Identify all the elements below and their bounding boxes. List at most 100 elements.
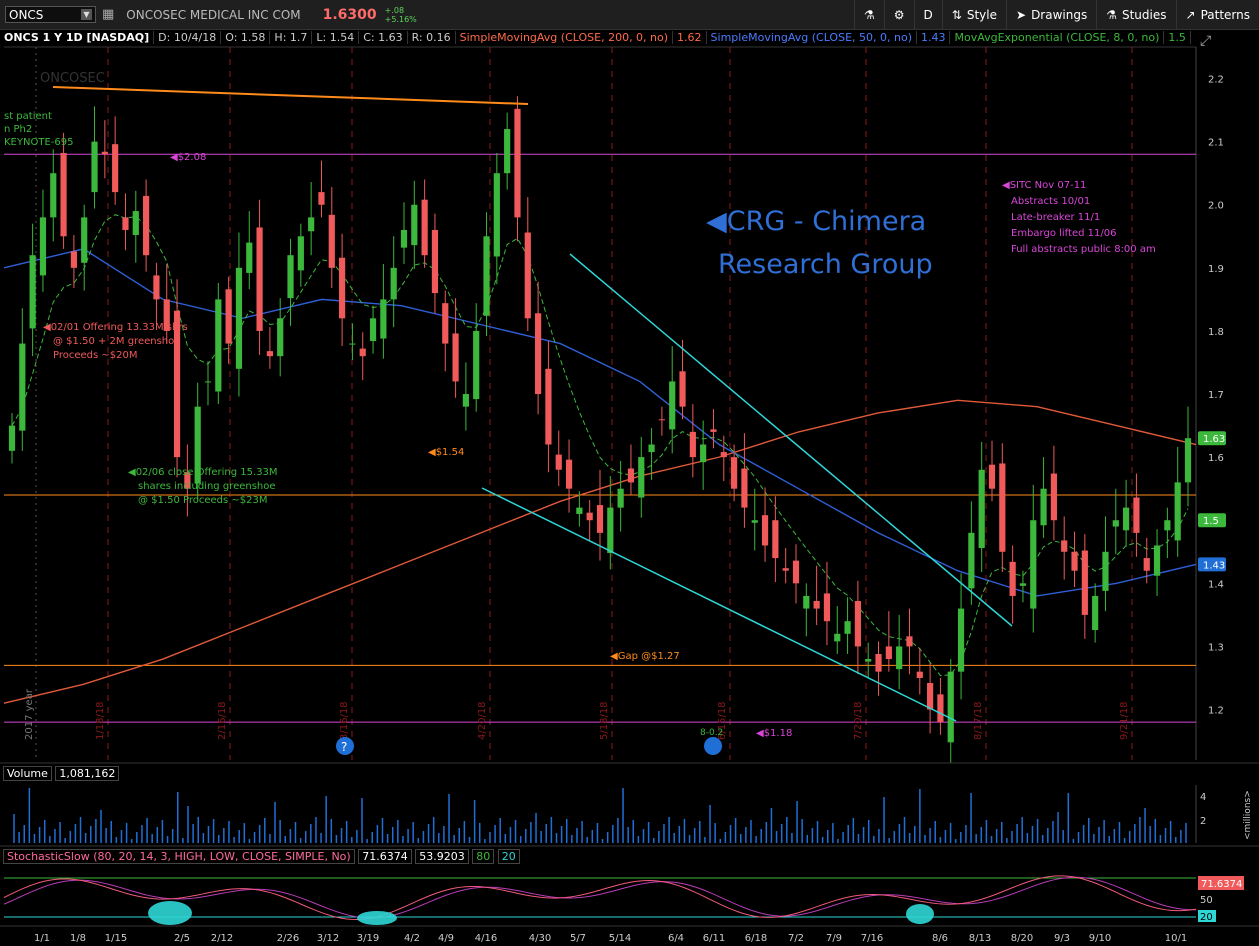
- candle-body: [39, 217, 47, 276]
- candle-body: [741, 468, 748, 508]
- oversold-highlight: [148, 901, 192, 925]
- offering2-note: ◀02/06 close Offering 15.33M: [128, 467, 278, 478]
- offering2-note: @ $1.50 Proceeds ~$23M: [138, 495, 267, 506]
- time-tick: 4/9: [438, 933, 454, 944]
- volume-title: Volume: [3, 766, 52, 781]
- time-tick: 9/3: [1054, 933, 1070, 944]
- candle-body: [1174, 482, 1181, 541]
- candle-body: [400, 229, 408, 248]
- price-tick: 1.4: [1208, 579, 1224, 590]
- candle-body: [359, 348, 366, 357]
- offering1-note: ◀02/01 Offering 13.33M shrs: [43, 322, 188, 333]
- price-tick: 1.7: [1208, 390, 1224, 401]
- time-tick: 1/15: [105, 933, 127, 944]
- stochastic-os: 20: [497, 849, 520, 864]
- crg-note: Research Group: [718, 249, 933, 280]
- candle-body: [927, 683, 934, 710]
- candle-body: [328, 214, 335, 268]
- time-tick: 7/9: [826, 933, 842, 944]
- offering1-note: @ $1.50 + 2M greenshoe: [53, 336, 180, 347]
- stochastic-k: 71.6374: [358, 849, 412, 864]
- candle-body: [586, 512, 593, 521]
- time-axis[interactable]: 1/1 1/8 1/15 2/5 2/12 2/26 3/12 3/19 4/2 4/9 4/16 4…: [0, 925, 1259, 944]
- time-tick: 2/12: [211, 933, 233, 944]
- year-label: 2017 year: [24, 688, 35, 740]
- stoch-k-label: 71.6374: [1201, 879, 1242, 890]
- price-chart[interactable]: 1/18/18 2/16/18 3/16/18 4/20/18 5/18/18 6/15/…: [0, 0, 1259, 946]
- candle-body: [1061, 540, 1068, 552]
- candle-body: [823, 593, 831, 622]
- time-tick: 8/6: [932, 933, 948, 944]
- candle-body: [1143, 558, 1150, 571]
- candle-body: [1019, 583, 1027, 586]
- time-tick: 8/13: [969, 933, 991, 944]
- candle-body: [535, 313, 542, 395]
- candle-body: [256, 227, 263, 331]
- sitc-note: Abstracts 10/01: [1011, 196, 1090, 207]
- candle-body: [565, 459, 573, 489]
- offering1-note: Proceeds ~$20M: [53, 350, 138, 361]
- candle-body: [215, 299, 222, 392]
- price-axis[interactable]: 1.21.31.41.51.61.71.81.92.02.12.21.631.5…: [1198, 75, 1226, 717]
- candle-body: [988, 464, 996, 489]
- candle-body: [720, 452, 727, 458]
- candle-body: [19, 343, 26, 431]
- note-left: KEYNOTE-695: [4, 137, 73, 148]
- price-tick: 2.0: [1208, 201, 1224, 212]
- note-left: n Ph2: [4, 124, 32, 135]
- trendlines[interactable]: [52, 86, 1013, 722]
- time-tick: 5/7: [570, 933, 586, 944]
- time-tick: 3/12: [317, 933, 339, 944]
- candle-body: [421, 199, 428, 256]
- price-tick: 1.9: [1208, 264, 1224, 275]
- candle-body: [369, 318, 377, 342]
- candle-body: [617, 488, 624, 508]
- crg-note: ◀CRG - Chimera: [706, 206, 926, 237]
- candle-body: [442, 303, 449, 344]
- time-tick: 10/1: [1165, 933, 1187, 944]
- candle-body: [1164, 520, 1171, 531]
- note-left: st patient: [4, 111, 52, 122]
- candle-body: [50, 173, 57, 218]
- candle-body: [246, 242, 253, 273]
- candle-body: [1102, 551, 1109, 591]
- candle-body: [524, 232, 531, 319]
- time-tick: 4/2: [404, 933, 420, 944]
- candle-body: [297, 236, 304, 271]
- sitc-note: Embargo lifted 11/06: [1011, 228, 1116, 239]
- candle-body: [122, 217, 129, 230]
- stochastic-title[interactable]: StochasticSlow (80, 20, 14, 3, HIGH, LOW…: [3, 849, 355, 864]
- time-tick: 6/11: [703, 933, 725, 944]
- candle-body: [596, 505, 604, 533]
- moving-averages: [3, 214, 1197, 704]
- candle-body: [514, 108, 521, 218]
- event-date-label: 1/18/18: [95, 701, 106, 740]
- candle-body: [834, 633, 841, 642]
- price-label-text: 1.63: [1203, 434, 1225, 445]
- sitc-note: Late-breaker 11/1: [1011, 212, 1100, 223]
- candle-body: [865, 659, 872, 662]
- event-date-label: 4/20/18: [477, 701, 488, 740]
- time-tick: 9/10: [1089, 933, 1111, 944]
- volume-unit: <millions>: [1243, 790, 1253, 840]
- time-tick: 5/14: [609, 933, 631, 944]
- event-date-label: 2/16/18: [217, 701, 228, 740]
- time-tick: 2/26: [277, 933, 299, 944]
- candle-body: [968, 532, 975, 589]
- candle-body: [266, 351, 273, 357]
- candle-body: [60, 153, 67, 237]
- candle-body: [318, 192, 325, 205]
- candle-body: [1081, 550, 1088, 615]
- candle-body: [576, 507, 583, 514]
- candle-body: [504, 129, 511, 174]
- annotations: 1/18/18 2/16/18 3/16/18 4/20/18 5/18/18 6/15/…: [4, 33, 1211, 755]
- candle-body: [700, 444, 707, 463]
- candle-body: [957, 608, 965, 672]
- candle-body: [349, 343, 356, 345]
- time-tick: 1/8: [70, 933, 86, 944]
- stoch-tick: 50: [1200, 895, 1213, 906]
- candle-body: [1153, 545, 1161, 576]
- candle-body: [607, 507, 614, 554]
- candle-body: [8, 425, 16, 451]
- price-tick: 1.2: [1208, 706, 1224, 717]
